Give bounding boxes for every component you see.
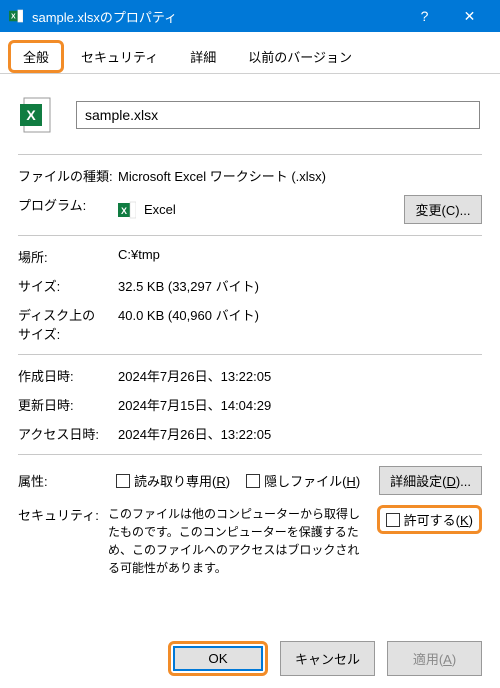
checkbox-icon [386,513,400,527]
button-bar: OK キャンセル 適用(A) [0,641,500,676]
hidden-checkbox[interactable]: 隠しファイル(H) [246,471,360,490]
divider [18,354,482,355]
file-type-value: Microsoft Excel ワークシート (.xlsx) [118,166,482,185]
modified-row: 更新日時: 2024年7月15日、14:04:29 [18,390,482,419]
readonly-checkbox[interactable]: 読み取り専用(R) [116,471,230,490]
svg-text:X: X [26,107,36,123]
created-label: 作成日時: [18,366,118,385]
program-row: プログラム: X Excel 変更(C)... [18,190,482,229]
created-row: 作成日時: 2024年7月26日、13:22:05 [18,361,482,390]
size-label: サイズ: [18,276,118,295]
svg-text:X: X [121,206,127,216]
content-panel: X sample.xlsx ファイルの種類: Microsoft Excel ワ… [0,74,500,594]
filename-input[interactable]: sample.xlsx [76,101,480,129]
size-value: 32.5 KB (33,297 バイト) [118,276,482,295]
help-button[interactable]: ? [402,0,447,32]
excel-file-icon: X [8,8,24,24]
advanced-button[interactable]: 詳細設定(D)... [379,466,482,495]
tab-previous-versions[interactable]: 以前のバージョン [233,40,367,73]
svg-text:X: X [11,14,16,21]
size-on-disk-value: 40.0 KB (40,960 バイト) [118,305,482,324]
modified-label: 更新日時: [18,395,118,414]
location-label: 場所: [18,247,118,266]
tab-general[interactable]: 全般 [8,40,64,73]
unblock-checkbox[interactable]: 許可する(K) [377,505,482,534]
security-row: セキュリティ: このファイルは他のコンピューターから取得したものです。このコンピ… [18,500,482,582]
ok-button-highlight: OK [168,641,268,676]
security-label: セキュリティ: [18,505,108,577]
attributes-label: 属性: [18,471,108,490]
divider [18,235,482,236]
program-value: Excel [144,202,176,217]
checkbox-icon [116,474,130,488]
close-button[interactable]: ✕ [447,0,492,32]
window-title: sample.xlsxのプロパティ [32,7,402,26]
file-header-row: X sample.xlsx [18,86,482,148]
divider [18,454,482,455]
size-on-disk-label: ディスク上のサイズ: [18,305,98,343]
accessed-value: 2024年7月26日、13:22:05 [118,424,482,443]
unblock-label: 許可する(K) [404,510,473,529]
apply-button[interactable]: 適用(A) [387,641,482,676]
program-label: プログラム: [18,195,118,214]
title-bar: X sample.xlsxのプロパティ ? ✕ [0,0,500,32]
accessed-row: アクセス日時: 2024年7月26日、13:22:05 [18,419,482,448]
change-program-button[interactable]: 変更(C)... [404,195,482,224]
security-text: このファイルは他のコンピューターから取得したものです。このコンピューターを保護す… [108,505,377,577]
size-row: サイズ: 32.5 KB (33,297 バイト) [18,271,482,300]
location-value: C:¥tmp [118,247,482,262]
accessed-label: アクセス日時: [18,424,118,443]
tab-details[interactable]: 詳細 [175,40,231,73]
tab-security[interactable]: セキュリティ [66,40,173,73]
file-type-label: ファイルの種類: [18,166,118,185]
file-type-row: ファイルの種類: Microsoft Excel ワークシート (.xlsx) [18,161,482,190]
excel-small-icon: X [118,201,136,219]
checkbox-icon [246,474,260,488]
hidden-label: 隠しファイル(H) [264,471,360,490]
readonly-label: 読み取り専用(R) [134,471,230,490]
ok-button[interactable]: OK [173,646,263,671]
size-on-disk-row: ディスク上のサイズ: 40.0 KB (40,960 バイト) [18,300,482,348]
modified-value: 2024年7月15日、14:04:29 [118,395,482,414]
divider [18,154,482,155]
attributes-row: 属性: 読み取り専用(R) 隠しファイル(H) 詳細設定(D)... [18,461,482,500]
created-value: 2024年7月26日、13:22:05 [118,366,482,385]
tab-bar: 全般 セキュリティ 詳細 以前のバージョン [0,32,500,74]
cancel-button[interactable]: キャンセル [280,641,375,676]
excel-large-icon: X [20,94,62,136]
location-row: 場所: C:¥tmp [18,242,482,271]
